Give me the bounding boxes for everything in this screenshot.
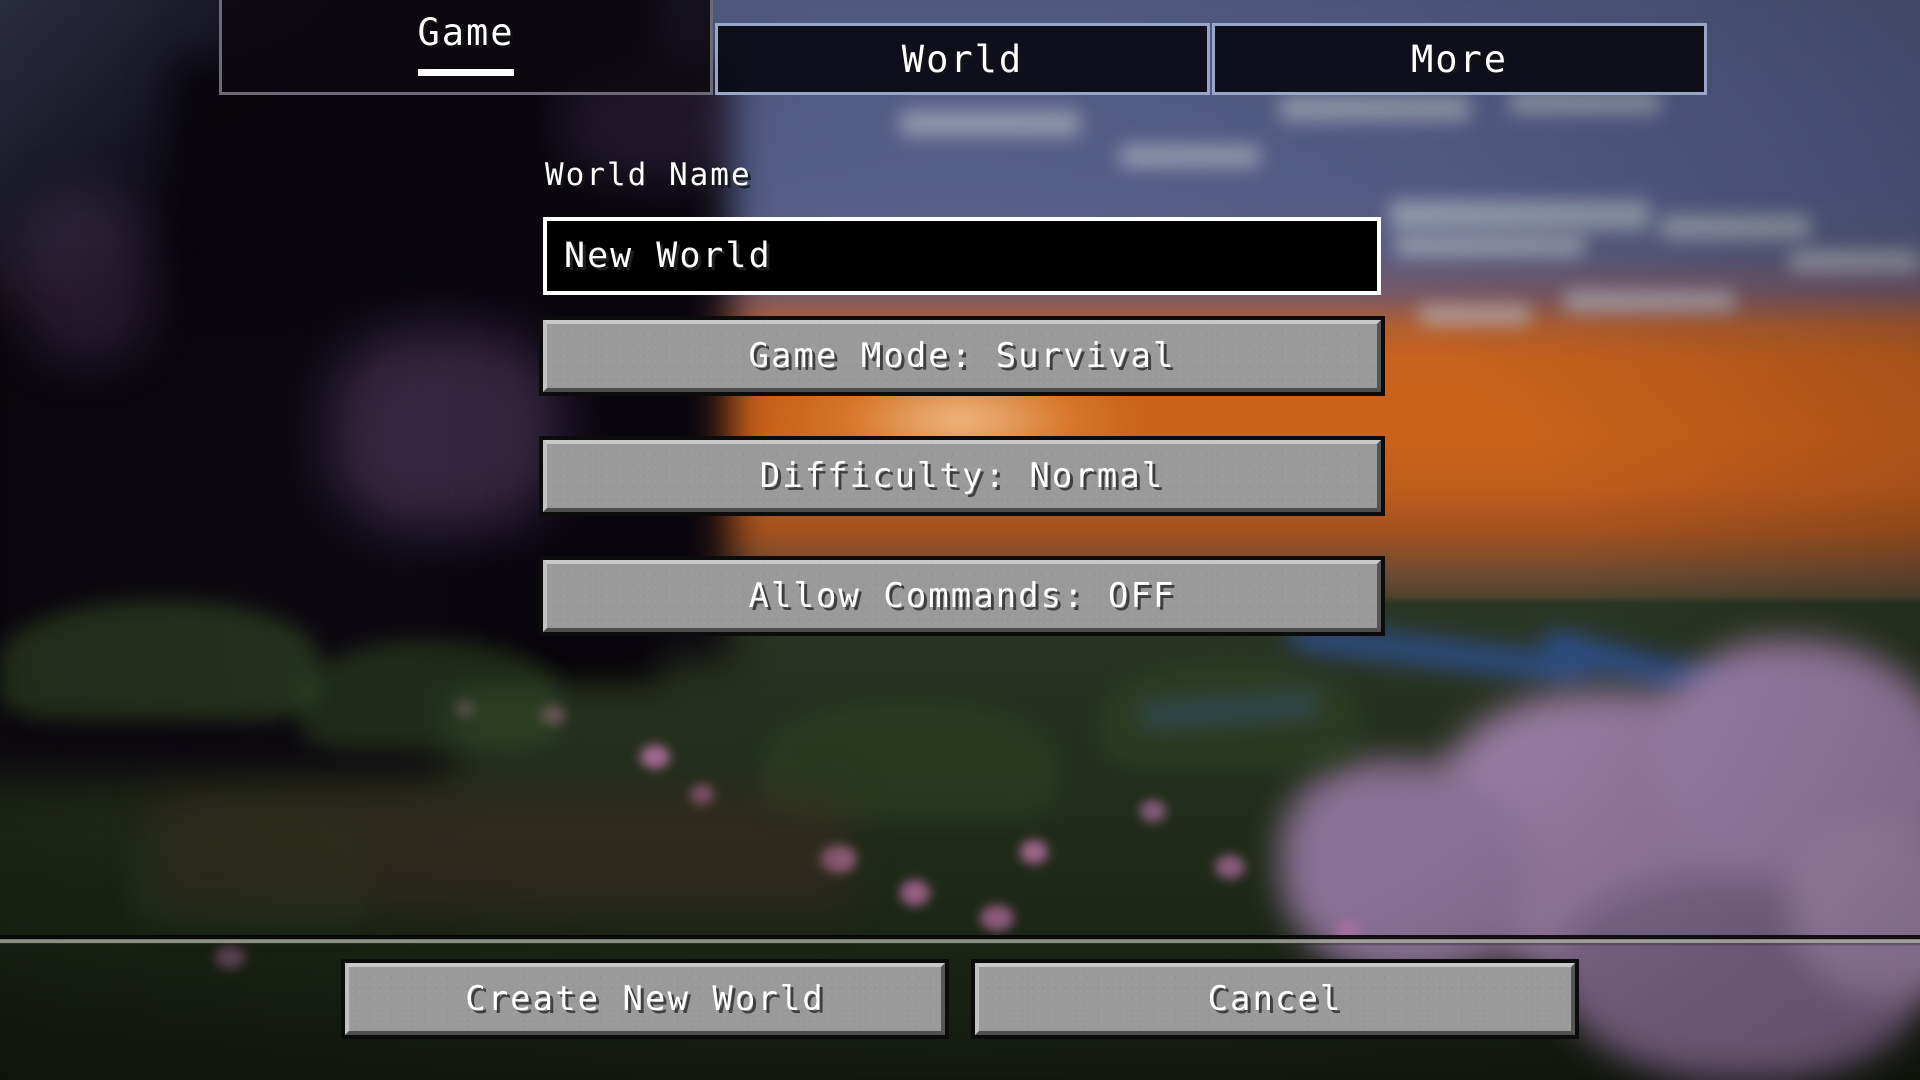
game-mode-button-label: Game Mode: Survival — [748, 336, 1176, 376]
create-new-world-button[interactable]: Create New World — [341, 959, 949, 1039]
cancel-button-label: Cancel — [1207, 979, 1343, 1019]
world-name-value: New World — [564, 236, 772, 276]
allow-commands-button-label: Allow Commands: OFF — [748, 576, 1176, 616]
world-name-label: World Name — [545, 157, 752, 193]
difficulty-button[interactable]: Difficulty: Normal — [539, 436, 1385, 516]
cancel-button[interactable]: Cancel — [971, 959, 1579, 1039]
minecraft-create-world-screen: Game World More World Name New World Gam… — [0, 0, 1920, 1080]
tab-world-label: World — [901, 37, 1024, 81]
tab-selected-underline — [418, 69, 514, 76]
tab-game-label: Game — [417, 11, 515, 54]
footer-bar: Create New World Cancel — [0, 946, 1920, 1080]
difficulty-button-label: Difficulty: Normal — [759, 456, 1165, 496]
settings-content: World Name New World Game Mode: Survival… — [0, 95, 1920, 940]
tab-more[interactable]: More — [1212, 23, 1707, 95]
tab-more-label: More — [1410, 37, 1509, 81]
tab-bar: Game World More — [0, 0, 1920, 95]
create-new-world-button-label: Create New World — [465, 979, 825, 1019]
game-mode-button[interactable]: Game Mode: Survival — [539, 316, 1385, 396]
footer-separator — [0, 935, 1920, 946]
world-name-input[interactable]: New World — [543, 217, 1381, 295]
allow-commands-button[interactable]: Allow Commands: OFF — [539, 556, 1385, 636]
tab-world[interactable]: World — [715, 23, 1210, 95]
tab-game[interactable]: Game — [219, 0, 713, 95]
